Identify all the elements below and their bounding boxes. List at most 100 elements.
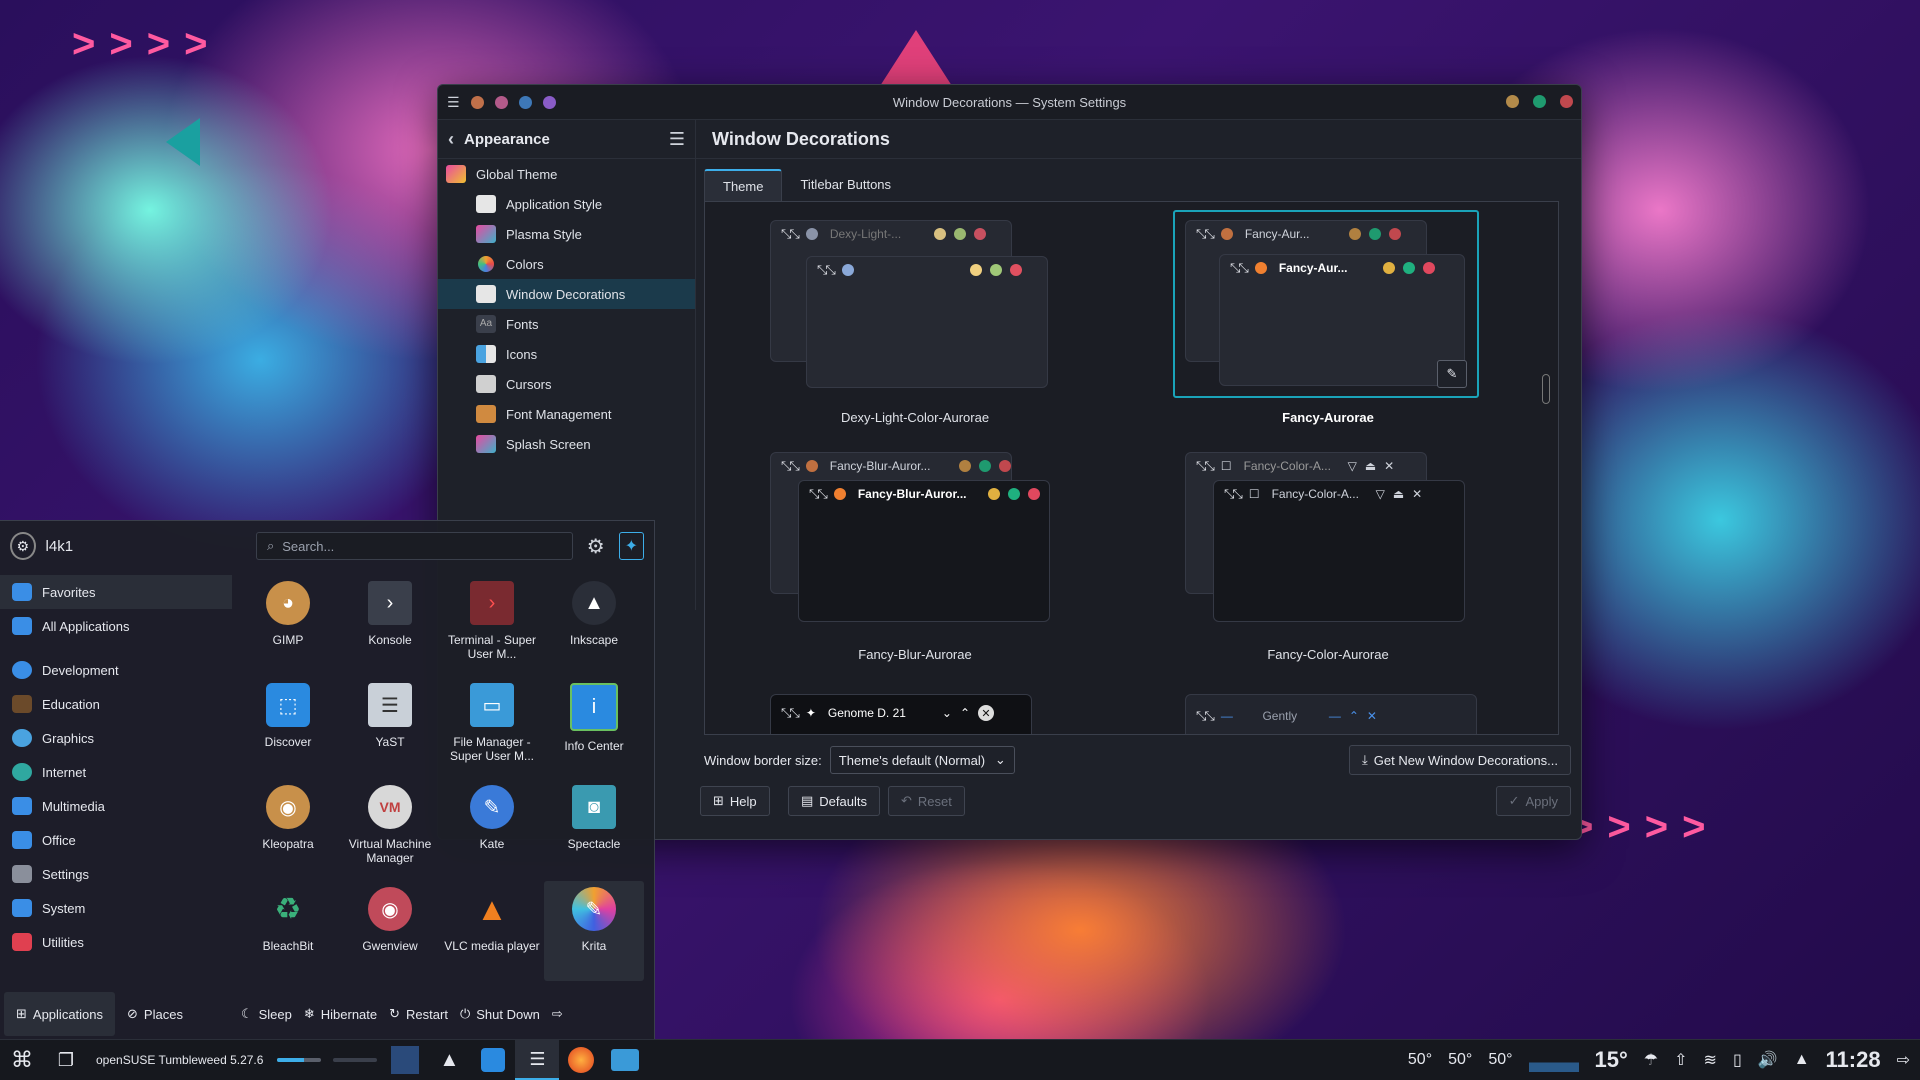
category-all-applications[interactable]: All Applications — [0, 609, 232, 643]
brightness-slider[interactable] — [333, 1058, 378, 1062]
app-spectacle[interactable]: ◙ Spectacle — [544, 779, 644, 879]
category-development[interactable]: Development — [0, 653, 232, 687]
app-terminal-super-user[interactable]: › Terminal - Super User M... — [442, 575, 542, 675]
sidebar-item-icons[interactable]: Icons — [438, 339, 695, 369]
task-inkscape[interactable]: ▲ — [427, 1040, 471, 1080]
sleep-icon: ☾ — [240, 1006, 253, 1021]
category-system[interactable]: System — [0, 891, 232, 925]
theme-card-fancy-color[interactable]: ⤡⤡ ☐ Fancy-Color-A... ▽ ⏏ ✕ ⤡⤡ ☐ Fancy-C… — [1173, 452, 1483, 677]
clock[interactable]: 11:28 — [1826, 1047, 1881, 1073]
get-new-decorations-button[interactable]: ⤓ Get New Window Decorations... — [1349, 745, 1571, 775]
border-size-select[interactable]: Theme's default (Normal) ⌄ — [829, 746, 1015, 774]
maximize-button[interactable] — [1533, 95, 1546, 108]
preview-dot — [1007, 488, 1020, 500]
task-discover[interactable] — [471, 1040, 515, 1080]
launcher-button[interactable]: ⌘ — [0, 1040, 44, 1080]
sleep-button[interactable]: ☾ Sleep — [235, 992, 298, 1036]
shut-down-button[interactable]: ⏻ Shut Down — [454, 992, 546, 1036]
category-office[interactable]: Office — [0, 823, 232, 857]
titlebar-dot-4[interactable] — [542, 95, 556, 109]
updates-icon[interactable]: ⇧ — [1674, 1050, 1687, 1070]
app-konsole[interactable]: › Konsole — [340, 575, 440, 675]
overview-button[interactable]: ❐ — [44, 1040, 88, 1080]
task-system-settings[interactable]: ☰ — [515, 1040, 560, 1080]
preview-dot — [841, 264, 854, 276]
sidebar-item-splash-screen[interactable]: Splash Screen — [438, 429, 695, 459]
titlebar-dot-2[interactable] — [494, 95, 508, 109]
titlebar-dot-1[interactable] — [470, 95, 484, 109]
network-icon[interactable]: ≋ — [1704, 1050, 1717, 1070]
tab-titlebar-buttons[interactable]: Titlebar Buttons — [782, 169, 909, 199]
edit-theme-button[interactable]: ✎ — [1437, 360, 1467, 388]
avatar[interactable]: ⚙ — [10, 532, 36, 560]
weather-icon[interactable]: ☂ — [1644, 1050, 1658, 1070]
app-gwenview[interactable]: ◉ Gwenview — [340, 881, 440, 981]
volume-icon[interactable]: 🔊 — [1758, 1050, 1778, 1070]
sidebar-item-plasma-style[interactable]: Plasma Style — [438, 219, 695, 249]
theme-card-dexy[interactable]: ⤡⤡ Dexy-Light-... ⤡⤡ Dexy-Light-Color-Au… — [760, 210, 1070, 435]
theme-card-fancy-aurorae[interactable]: ⤡⤡ Fancy-Aur... ⤡⤡ Fancy-Aur... ✎ Fancy-… — [1173, 210, 1483, 435]
tab-places[interactable]: ⊘ Places — [115, 992, 195, 1036]
reset-button[interactable]: ↶ Reset — [888, 786, 965, 816]
minus-icon: — — [1220, 709, 1233, 723]
back-icon[interactable]: ‹ — [448, 129, 454, 150]
sidebar-item-application-style[interactable]: Application Style — [438, 189, 695, 219]
scrollbar-thumb[interactable] — [1542, 374, 1550, 404]
volume-slider[interactable] — [277, 1058, 322, 1062]
sidebar-item-cursors[interactable]: Cursors — [438, 369, 695, 399]
clipboard-icon[interactable]: ▯ — [1733, 1050, 1742, 1070]
expand-tray-icon[interactable]: ▲ — [1794, 1051, 1810, 1069]
sidebar-item-global-theme[interactable]: Global Theme — [438, 159, 695, 189]
category-graphics[interactable]: Graphics — [0, 721, 232, 755]
task-desktop[interactable] — [383, 1040, 427, 1080]
category-education[interactable]: Education — [0, 687, 232, 721]
window-menu-icon[interactable]: ☰ — [447, 94, 460, 111]
titlebar-dot-3[interactable] — [518, 95, 532, 109]
app-krita[interactable]: ✎ Krita — [544, 881, 644, 981]
hibernate-button[interactable]: ❄ Hibernate — [298, 992, 383, 1036]
app-file-manager-super-user[interactable]: ▭ File Manager - Super User M... — [442, 677, 542, 777]
sidebar-item-colors[interactable]: Colors — [438, 249, 695, 279]
app-vlc[interactable]: ▲ VLC media player — [442, 881, 542, 981]
pin-icon[interactable]: ✦ — [618, 532, 645, 560]
app-inkscape[interactable]: ▲ Inkscape — [544, 575, 644, 675]
hamburger-icon[interactable]: ☰ — [669, 129, 685, 150]
search-input[interactable]: ⌕ Search... — [255, 532, 573, 560]
app-gimp[interactable]: ◕ GIMP — [238, 575, 338, 675]
app-kleopatra[interactable]: ◉ Kleopatra — [238, 779, 338, 879]
show-desktop-icon[interactable]: ⇨ — [1897, 1050, 1910, 1070]
sidebar-item-font-management[interactable]: Font Management — [438, 399, 695, 429]
defaults-button[interactable]: ▤ Defaults — [788, 786, 880, 816]
tab-theme[interactable]: Theme — [704, 169, 783, 201]
theme-card-gently[interactable]: ⤡⤡ — Gently — ⌃ ✕ — [1185, 694, 1477, 734]
tab-applications[interactable]: ⊞ Applications — [4, 992, 116, 1036]
taskbar: ⌘ ❐ openSUSE Tumbleweed 5.27.6 ▲ ☰ 50° 5… — [0, 1039, 1920, 1080]
app-discover[interactable]: ⬚ Discover — [238, 677, 338, 777]
close-button[interactable] — [1560, 95, 1573, 108]
apply-button[interactable]: ✓ Apply — [1495, 786, 1571, 816]
sidebar-item-fonts[interactable]: Aa Fonts — [438, 309, 695, 339]
category-internet[interactable]: Internet — [0, 755, 232, 789]
category-multimedia[interactable]: Multimedia — [0, 789, 232, 823]
app-yast[interactable]: ☰ YaST — [340, 677, 440, 777]
task-file-manager[interactable] — [603, 1040, 647, 1080]
gear-icon[interactable]: ⚙ — [587, 534, 605, 559]
category-utilities[interactable]: Utilities — [0, 925, 232, 959]
category-settings[interactable]: Settings — [0, 857, 232, 891]
app-kate[interactable]: ✎ Kate — [442, 779, 542, 879]
minimize-button[interactable] — [1506, 95, 1519, 108]
sidebar-item-window-decorations[interactable]: Window Decorations — [438, 279, 695, 309]
preview-dot — [1027, 488, 1040, 500]
theme-card-fancy-blur[interactable]: ⤡⤡ Fancy-Blur-Auror... ⤡⤡ Fancy-Blur-Aur… — [760, 452, 1070, 677]
window-titlebar[interactable]: ☰ Window Decorations — System Settings — [438, 85, 1581, 120]
app-info-center[interactable]: i Info Center — [544, 677, 644, 777]
cpu-graph-icon[interactable] — [1528, 1048, 1579, 1072]
theme-card-genome[interactable]: ⤡⤡ ✦ Genome D. 21 ⌄ ⌃ ✕ — [770, 694, 1032, 734]
app-virtual-machine-manager[interactable]: VM Virtual Machine Manager — [340, 779, 440, 879]
leave-button[interactable]: ⇨ — [546, 992, 569, 1036]
app-bleachbit[interactable]: ♻ BleachBit — [238, 881, 338, 981]
restart-button[interactable]: ↻ Restart — [383, 992, 454, 1036]
category-favorites[interactable]: Favorites — [0, 575, 232, 609]
help-button[interactable]: ⊞ Help — [700, 786, 770, 816]
task-firefox[interactable] — [559, 1040, 603, 1080]
